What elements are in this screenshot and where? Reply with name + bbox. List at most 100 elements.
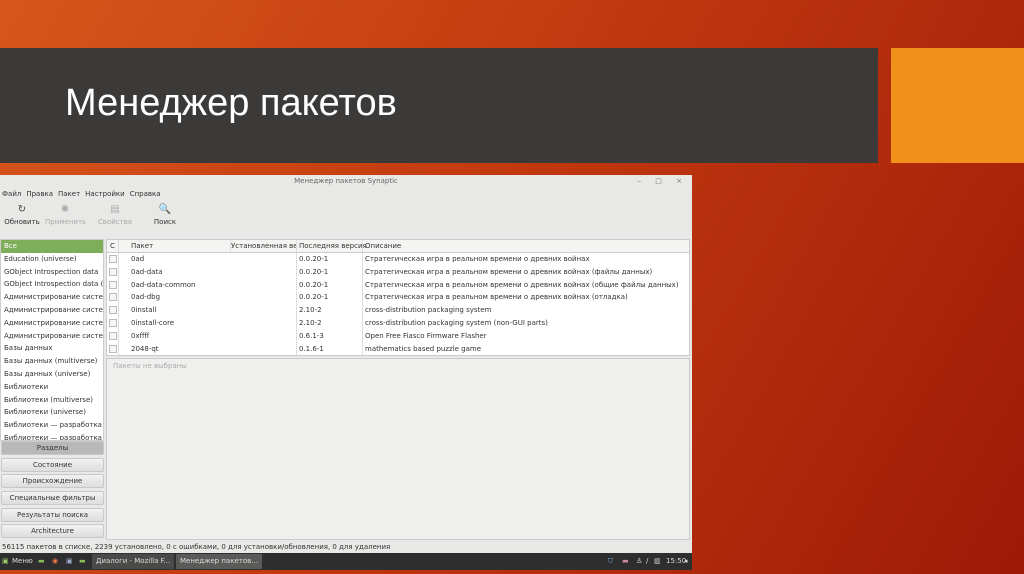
- latest-version: 2.10-2: [297, 304, 363, 317]
- checkbox-cell[interactable]: [107, 253, 119, 266]
- filter-button[interactable]: Architecture: [1, 524, 104, 539]
- section-item[interactable]: Библиотеки (multiverse): [1, 394, 103, 407]
- table-row[interactable]: 0install-core 2.10-2 cross-distribution pa…: [107, 316, 689, 330]
- synaptic-window: Менеджер пакетов Synaptic – □ × Файл Правк…: [0, 175, 692, 570]
- checkbox[interactable]: [108, 255, 117, 263]
- checkbox-cell[interactable]: [107, 342, 119, 356]
- reload-button[interactable]: ↻ Обновить: [2, 204, 42, 226]
- apply-button[interactable]: ✺ Применить: [45, 204, 86, 226]
- icon-cell: [119, 304, 129, 317]
- section-item[interactable]: Базы данных (multiverse): [1, 355, 103, 368]
- firefox-icon[interactable]: ◉: [52, 553, 58, 570]
- table-row[interactable]: 0ad-dbg 0.0.20-1 Стратегическая игра в реа…: [107, 291, 689, 305]
- section-item[interactable]: Библиотеки: [1, 381, 103, 394]
- menu-help[interactable]: Справка: [130, 190, 161, 198]
- col-icon[interactable]: [119, 240, 129, 252]
- start-menu[interactable]: Меню: [12, 553, 33, 570]
- volume-icon[interactable]: ◂: [684, 553, 688, 570]
- filter-button[interactable]: Разделы: [1, 441, 104, 455]
- description: Стратегическая игра в реальном времени о…: [365, 255, 590, 263]
- installed-version: [231, 342, 297, 356]
- section-item[interactable]: Администрирование системы (r: [1, 304, 103, 317]
- section-item[interactable]: GObject Introspection data (universe): [1, 278, 103, 291]
- installed-version: [231, 329, 297, 343]
- menu-file[interactable]: Файл: [2, 190, 21, 198]
- section-item[interactable]: Библиотеки — разработка (multi: [1, 432, 103, 440]
- col-package[interactable]: Пакет: [129, 240, 231, 252]
- task-firefox[interactable]: Диалоги - Mozilla F...: [92, 554, 175, 569]
- col-description[interactable]: Описание: [363, 240, 689, 252]
- filter-button[interactable]: Происхождение: [1, 474, 104, 489]
- user-icon[interactable]: ♙: [636, 553, 642, 570]
- filter-buttons: Разделы Состояние Происхождение Специальные…: [1, 441, 104, 541]
- section-item[interactable]: Education (universe): [1, 253, 103, 266]
- flag-icon[interactable]: ▬: [622, 553, 629, 570]
- package-name: 0install: [131, 306, 157, 315]
- table-row[interactable]: 0install 2.10-2 cross-distribution packagi…: [107, 304, 689, 317]
- accent-square: [891, 48, 1024, 163]
- menu-settings[interactable]: Настройки: [85, 190, 125, 198]
- checkbox-cell[interactable]: [107, 304, 119, 317]
- checkbox[interactable]: [108, 318, 117, 327]
- checkbox[interactable]: [108, 344, 117, 353]
- task-synaptic[interactable]: Менеджер пакетов...: [176, 554, 262, 569]
- checkbox-cell[interactable]: [107, 278, 119, 292]
- table-row[interactable]: 0ad-data-common 0.0.20-1 Стратегическая иг…: [107, 278, 689, 292]
- network-icon[interactable]: /: [646, 553, 648, 570]
- section-item[interactable]: GObject Introspection data: [1, 266, 103, 279]
- checkbox[interactable]: [108, 306, 117, 315]
- description: Стратегическая игра в реальном времени о…: [365, 280, 679, 289]
- sections-list[interactable]: Все Education (universe) GObject Introspec…: [0, 239, 104, 441]
- col-latest[interactable]: Последняя версия: [297, 240, 367, 252]
- checkbox-cell[interactable]: [107, 329, 119, 343]
- section-item[interactable]: Базы данных: [1, 342, 103, 355]
- shield-icon[interactable]: ⛉: [608, 553, 613, 570]
- window-title: Менеджер пакетов Synaptic: [294, 177, 398, 185]
- section-item[interactable]: Администрирование системы (u: [1, 330, 103, 343]
- table-row[interactable]: 0xffff 0.6.1-3 Open Free Fiasco Firmware F…: [107, 329, 689, 343]
- package-name: 0xffff: [131, 331, 150, 340]
- icon-cell: [119, 343, 129, 356]
- slide-title: Менеджер пакетов: [65, 82, 397, 124]
- properties-button[interactable]: ▤ Свойства: [95, 204, 135, 226]
- checkbox-cell[interactable]: [107, 291, 119, 305]
- terminal-icon[interactable]: ▣: [66, 553, 73, 570]
- table-header: С ПакетУстановленная версПоследняя версия…: [107, 240, 689, 253]
- menu-edit[interactable]: Правка: [26, 190, 53, 198]
- col-status[interactable]: С: [107, 240, 119, 252]
- checkbox[interactable]: [108, 280, 117, 289]
- col-installed[interactable]: Установленная верс: [231, 240, 297, 252]
- installed-version: [231, 304, 297, 317]
- menu-icon[interactable]: ▣: [2, 553, 9, 570]
- latest-version: 2.10-2: [297, 316, 363, 330]
- filter-button[interactable]: Состояние: [1, 457, 104, 472]
- section-item[interactable]: Все: [1, 240, 103, 253]
- files-icon[interactable]: ▬: [79, 553, 86, 570]
- checkbox[interactable]: [108, 293, 117, 302]
- description: mathematics based puzzle game: [365, 344, 482, 353]
- description: cross-distribution packaging system (non…: [365, 318, 548, 327]
- checkbox[interactable]: [108, 267, 117, 276]
- filter-button[interactable]: Специальные фильтры: [1, 491, 104, 506]
- section-item[interactable]: Библиотеки (universe): [1, 406, 103, 419]
- desktop-icon[interactable]: ▬: [38, 553, 45, 570]
- search-button[interactable]: 🔍 Поиск: [145, 204, 185, 226]
- window-controls[interactable]: – □ ×: [638, 175, 688, 188]
- section-item[interactable]: Базы данных (universe): [1, 368, 103, 381]
- checkbox[interactable]: [108, 331, 117, 340]
- latest-version: 0.0.20-1: [297, 278, 363, 292]
- reload-label: Обновить: [4, 218, 40, 226]
- status-bar: 56115 пакетов в списке, 2239 установлено…: [2, 543, 391, 551]
- filter-button[interactable]: Результаты поиска: [1, 507, 104, 522]
- section-item[interactable]: Администрирование системы (r: [1, 317, 103, 330]
- section-item[interactable]: Администрирование системы: [1, 291, 103, 304]
- table-row[interactable]: 0ad 0.0.20-1 Стратегическая игра в реально…: [107, 253, 689, 266]
- latest-version: 0.0.20-1: [297, 291, 363, 305]
- section-item[interactable]: Библиотеки — разработка: [1, 419, 103, 432]
- table-row[interactable]: 0ad-data 0.0.20-1 Стратегическая игра в ре…: [107, 265, 689, 279]
- menu-package[interactable]: Пакет: [58, 190, 80, 198]
- checkbox-cell[interactable]: [107, 265, 119, 279]
- checkbox-cell[interactable]: [107, 316, 119, 330]
- battery-icon[interactable]: ▥: [654, 553, 661, 570]
- table-row[interactable]: 2048-qt 0.1.6-1 mathematics based puzzle g…: [107, 342, 689, 356]
